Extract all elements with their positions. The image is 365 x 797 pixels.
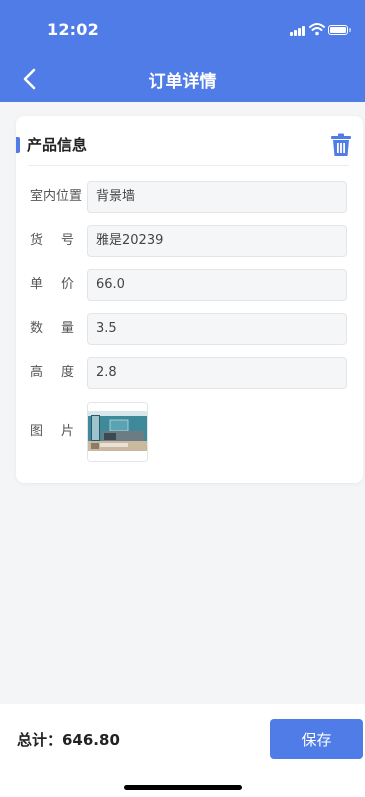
battery-icon (328, 25, 351, 35)
footer-bar: 总计：646.80 保存 (0, 704, 365, 797)
trash-icon (331, 133, 351, 156)
height-field[interactable]: 2.8 (87, 357, 347, 389)
save-button[interactable]: 保存 (270, 719, 363, 759)
image-label: 图片 (30, 424, 74, 439)
room-photo (88, 403, 147, 461)
wifi-icon (309, 23, 325, 36)
quantity-field[interactable]: 3.5 (87, 313, 347, 345)
product-info-card: 产品信息 室内位置 背景墙 货号 雅是20239 单价 66.0 数量 3.5 … (16, 116, 363, 483)
order-total: 总计：646.80 (17, 731, 120, 749)
home-indicator (124, 785, 242, 790)
status-time: 12:02 (47, 20, 99, 39)
location-field[interactable]: 背景墙 (87, 181, 347, 213)
quantity-label: 数量 (30, 321, 74, 336)
page-title: 订单详情 (148, 72, 217, 92)
delete-button[interactable] (330, 133, 352, 157)
signal-icon (290, 26, 306, 36)
item-number-field[interactable]: 雅是20239 (87, 225, 347, 257)
product-image-thumbnail[interactable] (87, 402, 148, 462)
height-label: 高度 (30, 365, 74, 380)
section-divider (28, 165, 349, 166)
section-title: 产品信息 (27, 136, 88, 154)
location-label: 室内位置 (30, 189, 83, 204)
unit-price-label: 单价 (30, 277, 74, 292)
app-header: 12:02 订单详情 (0, 0, 365, 102)
section-accent-bar (16, 137, 20, 153)
status-bar: 12:02 (0, 0, 365, 56)
nav-bar: 订单详情 (0, 56, 365, 102)
item-number-label: 货号 (30, 233, 74, 248)
unit-price-field[interactable]: 66.0 (87, 269, 347, 301)
